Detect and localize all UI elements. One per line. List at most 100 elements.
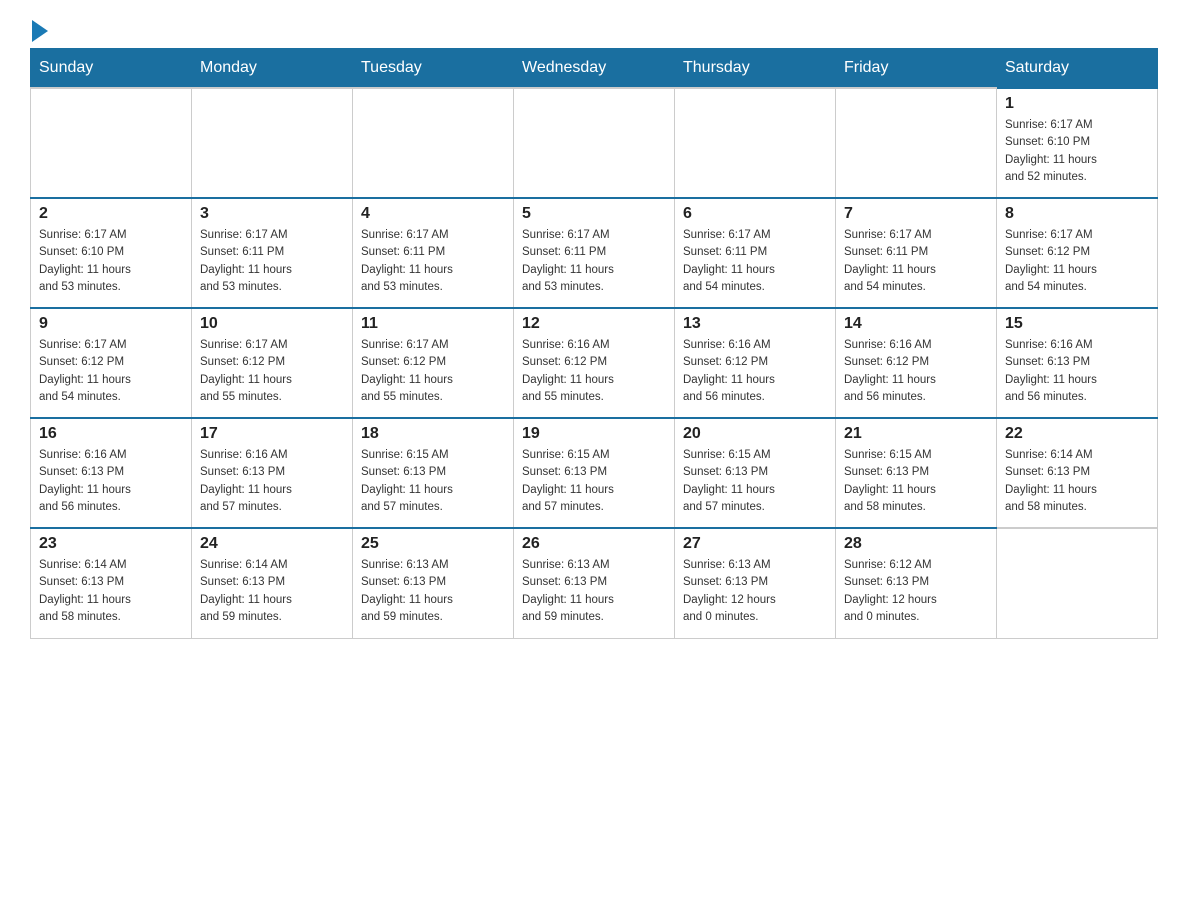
day-number: 20 xyxy=(683,425,827,443)
calendar-cell: 10Sunrise: 6:17 AM Sunset: 6:12 PM Dayli… xyxy=(192,308,353,418)
day-info: Sunrise: 6:17 AM Sunset: 6:10 PM Dayligh… xyxy=(39,227,183,296)
weekday-header-wednesday: Wednesday xyxy=(514,49,675,89)
logo-triangle-icon xyxy=(32,20,48,42)
calendar-cell: 17 Sunrise: 6:16 AM Sunset: 6:13 PM Dayli… xyxy=(192,418,353,528)
day-info: Sunrise: 6:16 AM Sunset: 6:12 PM Dayligh… xyxy=(844,337,988,406)
day-number: 21 xyxy=(844,425,988,443)
day-info: Sunrise: 6:15 AM Sunset: 6:13 PM Dayligh… xyxy=(683,447,827,516)
calendar-cell: 1 Sunrise: 6:17 AM Sunset: 6:10 PM Daylig… xyxy=(997,88,1158,198)
calendar-cell: 26 Sunrise: 6:13 AM Sunset: 6:13 PM Dayli… xyxy=(514,528,675,638)
day-number: 19 xyxy=(522,425,666,443)
day-number: 28 xyxy=(844,535,988,553)
day-number: 16 xyxy=(39,425,183,443)
calendar-cell: 8 Sunrise: 6:17 AM Sunset: 6:12 PM Daylig… xyxy=(997,198,1158,308)
weekday-header-monday: Monday xyxy=(192,49,353,89)
calendar-cell xyxy=(997,528,1158,638)
day-number: 26 xyxy=(522,535,666,553)
calendar-cell: 19 Sunrise: 6:15 AM Sunset: 6:13 PM Dayli… xyxy=(514,418,675,528)
calendar-cell: 16 Sunrise: 6:16 AM Sunset: 6:13 PM Dayli… xyxy=(31,418,192,528)
calendar-cell: 7 Sunrise: 6:17 AM Sunset: 6:11 PM Daylig… xyxy=(836,198,997,308)
page-header xyxy=(30,20,1158,38)
day-info: Sunrise: 6:14 AM Sunset: 6:13 PM Dayligh… xyxy=(39,557,183,626)
calendar-cell: 14 Sunrise: 6:16 AM Sunset: 6:12 PM Dayli… xyxy=(836,308,997,418)
calendar-cell: 5 Sunrise: 6:17 AM Sunset: 6:11 PM Daylig… xyxy=(514,198,675,308)
logo xyxy=(30,20,48,38)
calendar-table: SundayMondayTuesdayWednesdayThursdayFrid… xyxy=(30,48,1158,639)
calendar-cell: 22 Sunrise: 6:14 AM Sunset: 6:13 PM Dayli… xyxy=(997,418,1158,528)
calendar-cell: 27 Sunrise: 6:13 AM Sunset: 6:13 PM Dayli… xyxy=(675,528,836,638)
day-number: 25 xyxy=(361,535,505,553)
calendar-cell: 25 Sunrise: 6:13 AM Sunset: 6:13 PM Dayli… xyxy=(353,528,514,638)
day-number: 15 xyxy=(1005,315,1149,333)
day-info: Sunrise: 6:17 AM Sunset: 6:12 PM Dayligh… xyxy=(1005,227,1149,296)
calendar-cell xyxy=(675,88,836,198)
day-number: 14 xyxy=(844,315,988,333)
day-number: 11 xyxy=(361,315,505,333)
calendar-cell: 13Sunrise: 6:16 AM Sunset: 6:12 PM Dayli… xyxy=(675,308,836,418)
day-info: Sunrise: 6:16 AM Sunset: 6:12 PM Dayligh… xyxy=(522,337,666,406)
calendar-cell: 15 Sunrise: 6:16 AM Sunset: 6:13 PM Dayli… xyxy=(997,308,1158,418)
weekday-header-thursday: Thursday xyxy=(675,49,836,89)
day-info: Sunrise: 6:17 AM Sunset: 6:12 PM Dayligh… xyxy=(39,337,183,406)
day-info: Sunrise: 6:13 AM Sunset: 6:13 PM Dayligh… xyxy=(522,557,666,626)
day-info: Sunrise: 6:17 AM Sunset: 6:11 PM Dayligh… xyxy=(522,227,666,296)
day-info: Sunrise: 6:17 AM Sunset: 6:12 PM Dayligh… xyxy=(361,337,505,406)
calendar-cell: 3Sunrise: 6:17 AM Sunset: 6:11 PM Daylig… xyxy=(192,198,353,308)
day-number: 6 xyxy=(683,205,827,223)
day-info: Sunrise: 6:16 AM Sunset: 6:13 PM Dayligh… xyxy=(1005,337,1149,406)
day-info: Sunrise: 6:15 AM Sunset: 6:13 PM Dayligh… xyxy=(361,447,505,516)
weekday-header-friday: Friday xyxy=(836,49,997,89)
day-info: Sunrise: 6:16 AM Sunset: 6:13 PM Dayligh… xyxy=(200,447,344,516)
calendar-cell: 18 Sunrise: 6:15 AM Sunset: 6:13 PM Dayli… xyxy=(353,418,514,528)
calendar-week-row: 1 Sunrise: 6:17 AM Sunset: 6:10 PM Daylig… xyxy=(31,88,1158,198)
calendar-cell xyxy=(353,88,514,198)
day-info: Sunrise: 6:13 AM Sunset: 6:13 PM Dayligh… xyxy=(683,557,827,626)
day-number: 22 xyxy=(1005,425,1149,443)
calendar-cell: 2 Sunrise: 6:17 AM Sunset: 6:10 PM Daylig… xyxy=(31,198,192,308)
day-number: 5 xyxy=(522,205,666,223)
day-number: 23 xyxy=(39,535,183,553)
calendar-cell xyxy=(836,88,997,198)
calendar-cell: 12 Sunrise: 6:16 AM Sunset: 6:12 PM Dayli… xyxy=(514,308,675,418)
calendar-cell: 24 Sunrise: 6:14 AM Sunset: 6:13 PM Dayli… xyxy=(192,528,353,638)
calendar-cell: 20 Sunrise: 6:15 AM Sunset: 6:13 PM Dayli… xyxy=(675,418,836,528)
calendar-cell: 21 Sunrise: 6:15 AM Sunset: 6:13 PM Dayli… xyxy=(836,418,997,528)
calendar-cell xyxy=(31,88,192,198)
calendar-cell: 9 Sunrise: 6:17 AM Sunset: 6:12 PM Daylig… xyxy=(31,308,192,418)
day-info: Sunrise: 6:15 AM Sunset: 6:13 PM Dayligh… xyxy=(844,447,988,516)
day-info: Sunrise: 6:13 AM Sunset: 6:13 PM Dayligh… xyxy=(361,557,505,626)
day-info: Sunrise: 6:17 AM Sunset: 6:11 PM Dayligh… xyxy=(844,227,988,296)
day-number: 1 xyxy=(1005,95,1149,113)
calendar-week-row: 16 Sunrise: 6:16 AM Sunset: 6:13 PM Dayli… xyxy=(31,418,1158,528)
day-number: 7 xyxy=(844,205,988,223)
day-number: 17 xyxy=(200,425,344,443)
day-number: 4 xyxy=(361,205,505,223)
calendar-week-row: 2 Sunrise: 6:17 AM Sunset: 6:10 PM Daylig… xyxy=(31,198,1158,308)
day-number: 2 xyxy=(39,205,183,223)
day-info: Sunrise: 6:14 AM Sunset: 6:13 PM Dayligh… xyxy=(200,557,344,626)
day-info: Sunrise: 6:15 AM Sunset: 6:13 PM Dayligh… xyxy=(522,447,666,516)
calendar-cell: 4 Sunrise: 6:17 AM Sunset: 6:11 PM Daylig… xyxy=(353,198,514,308)
day-number: 13 xyxy=(683,315,827,333)
day-number: 12 xyxy=(522,315,666,333)
day-info: Sunrise: 6:16 AM Sunset: 6:13 PM Dayligh… xyxy=(39,447,183,516)
day-number: 24 xyxy=(200,535,344,553)
day-info: Sunrise: 6:17 AM Sunset: 6:10 PM Dayligh… xyxy=(1005,117,1149,186)
day-number: 9 xyxy=(39,315,183,333)
day-number: 18 xyxy=(361,425,505,443)
calendar-week-row: 9 Sunrise: 6:17 AM Sunset: 6:12 PM Daylig… xyxy=(31,308,1158,418)
day-info: Sunrise: 6:12 AM Sunset: 6:13 PM Dayligh… xyxy=(844,557,988,626)
day-info: Sunrise: 6:17 AM Sunset: 6:11 PM Dayligh… xyxy=(683,227,827,296)
calendar-cell: 28 Sunrise: 6:12 AM Sunset: 6:13 PM Dayli… xyxy=(836,528,997,638)
day-info: Sunrise: 6:14 AM Sunset: 6:13 PM Dayligh… xyxy=(1005,447,1149,516)
day-info: Sunrise: 6:17 AM Sunset: 6:12 PM Dayligh… xyxy=(200,337,344,406)
day-number: 8 xyxy=(1005,205,1149,223)
calendar-header-row: SundayMondayTuesdayWednesdayThursdayFrid… xyxy=(31,49,1158,89)
day-info: Sunrise: 6:17 AM Sunset: 6:11 PM Dayligh… xyxy=(361,227,505,296)
calendar-cell: 23 Sunrise: 6:14 AM Sunset: 6:13 PM Dayli… xyxy=(31,528,192,638)
weekday-header-saturday: Saturday xyxy=(997,49,1158,89)
calendar-cell xyxy=(514,88,675,198)
day-number: 27 xyxy=(683,535,827,553)
weekday-header-sunday: Sunday xyxy=(31,49,192,89)
day-number: 3 xyxy=(200,205,344,223)
